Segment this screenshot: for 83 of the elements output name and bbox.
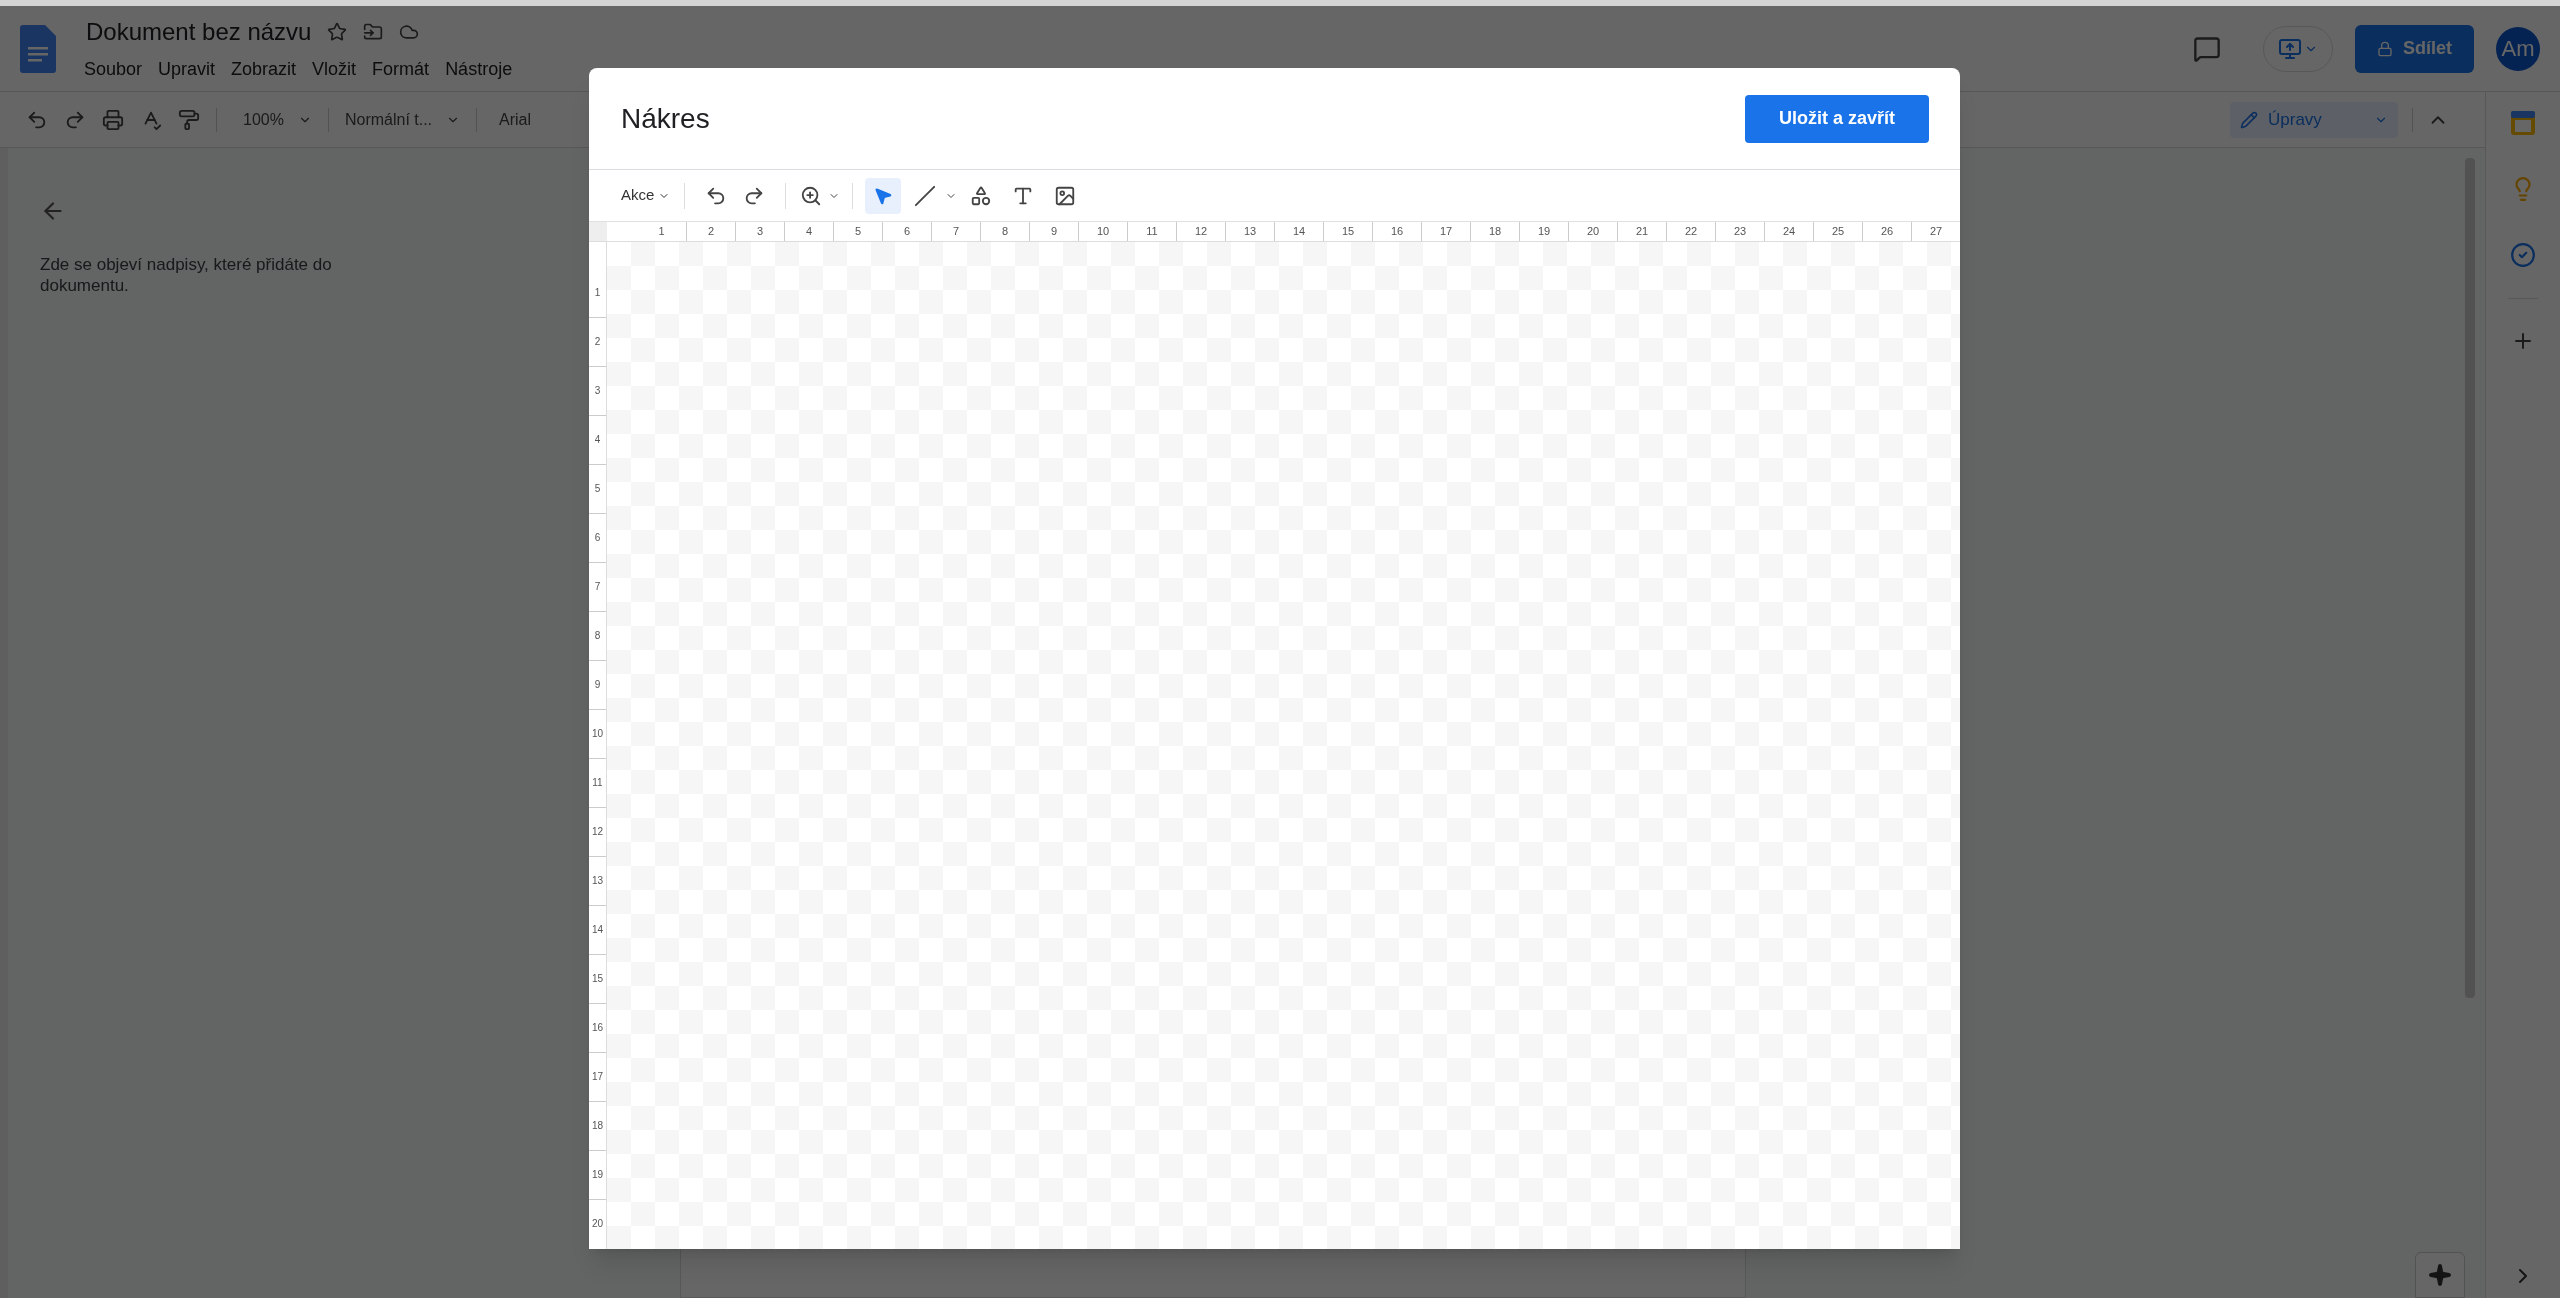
line-icon (914, 184, 937, 207)
ruler-number: 19 (1537, 226, 1551, 237)
ruler-number: 5 (594, 484, 601, 494)
ruler-number: 10 (1096, 226, 1110, 237)
ruler-number: 13 (1243, 226, 1257, 237)
zoom-select[interactable]: 100% (243, 107, 284, 132)
ruler-number: 14 (1292, 226, 1306, 237)
menu-item[interactable]: Upravit (158, 56, 216, 83)
ruler-number: 8 (594, 631, 601, 641)
ruler-number: 16 (1390, 226, 1404, 237)
ruler-number: 10 (591, 729, 604, 739)
ruler-number: 18 (1488, 226, 1502, 237)
ruler-number: 8 (1001, 226, 1009, 237)
comment-icon[interactable] (2193, 34, 2221, 63)
save-close-button[interactable]: Uložit a zavřít (1744, 94, 1929, 143)
document-title[interactable]: Dokument bez názvu (86, 14, 312, 50)
ruler-number: 12 (1194, 226, 1208, 237)
ruler-number: 26 (1880, 226, 1894, 237)
ruler-number: 7 (952, 226, 960, 237)
menu-item[interactable]: Nástroje (445, 56, 513, 83)
ruler-number: 20 (591, 1219, 604, 1229)
document-icon[interactable] (20, 24, 56, 73)
actions-menu[interactable]: Akce (621, 184, 671, 207)
ruler-number: 13 (591, 876, 604, 886)
ruler-number: 11 (592, 778, 603, 788)
ruler-number: 17 (1439, 226, 1453, 237)
ruler-number: 19 (591, 1170, 604, 1180)
ruler-number: 4 (594, 435, 601, 445)
ruler-number: 14 (591, 925, 604, 935)
folder-icon[interactable] (363, 22, 384, 42)
share-button[interactable]: Sdílet (2355, 24, 2474, 73)
ruler-number: 27 (1929, 226, 1943, 237)
ruler-number: 23 (1733, 226, 1747, 237)
ruler-number: 3 (594, 386, 601, 396)
ruler-number: 15 (1341, 226, 1355, 237)
outline-hint: Zde se objeví nadpisy, které přidáte do dokumentu. (40, 254, 333, 296)
menu-item[interactable]: Zobrazit (231, 56, 297, 83)
ruler-number: 9 (1050, 226, 1058, 237)
ruler-number: 1 (594, 287, 601, 298)
dialog-title: Nákres (621, 101, 710, 136)
lock-icon (2377, 40, 2393, 57)
ruler-number: 11 (1146, 226, 1158, 237)
ruler-number: 18 (591, 1121, 604, 1131)
avatar[interactable]: Am (2496, 26, 2540, 71)
ruler-number: 21 (1635, 226, 1649, 237)
tasks-icon[interactable] (2510, 242, 2536, 268)
paint-format-icon[interactable] (178, 108, 200, 131)
tool-button[interactable] (865, 177, 902, 214)
star-icon[interactable] (327, 22, 348, 42)
ruler-number: 6 (903, 226, 911, 237)
ruler-number: 9 (594, 680, 601, 690)
pencil-icon (2240, 110, 2258, 129)
sparkle-icon (2428, 1263, 2452, 1287)
zoom-icon[interactable] (800, 184, 823, 207)
menu-item[interactable]: Soubor (84, 56, 143, 83)
calendar-icon[interactable] (2510, 110, 2536, 136)
ruler-number: 4 (805, 226, 813, 237)
ruler-number: 1 (658, 226, 665, 237)
cloud-icon[interactable] (399, 22, 420, 42)
explore-button[interactable] (2415, 1252, 2465, 1298)
ruler-number: 15 (591, 974, 604, 984)
menu-item[interactable]: Formát (372, 56, 430, 83)
style-select[interactable]: Normální t... (344, 107, 433, 132)
print-icon[interactable] (102, 108, 124, 131)
ruler-number: 3 (756, 226, 764, 237)
image-icon (1054, 184, 1077, 207)
ruler-number: 2 (707, 226, 715, 237)
ruler-number: 24 (1782, 226, 1796, 237)
ruler-number: 12 (591, 827, 604, 837)
ruler-number: 16 (591, 1023, 604, 1033)
menu-item[interactable]: Vložit (312, 56, 357, 83)
ruler-number: 22 (1684, 226, 1698, 237)
mode-select[interactable]: Úpravy (2230, 101, 2398, 138)
upload-icon (2278, 36, 2302, 61)
font-select[interactable]: Arial (499, 107, 532, 132)
shape-icon (970, 184, 993, 207)
ruler-number: 17 (591, 1072, 604, 1082)
ruler-number: 6 (594, 533, 601, 543)
ruler-number: 7 (594, 582, 601, 592)
ruler-number: 5 (854, 226, 862, 237)
ruler-number: 25 (1831, 226, 1845, 237)
ruler-number: 2 (594, 337, 601, 347)
ruler-number: 20 (1586, 226, 1600, 237)
